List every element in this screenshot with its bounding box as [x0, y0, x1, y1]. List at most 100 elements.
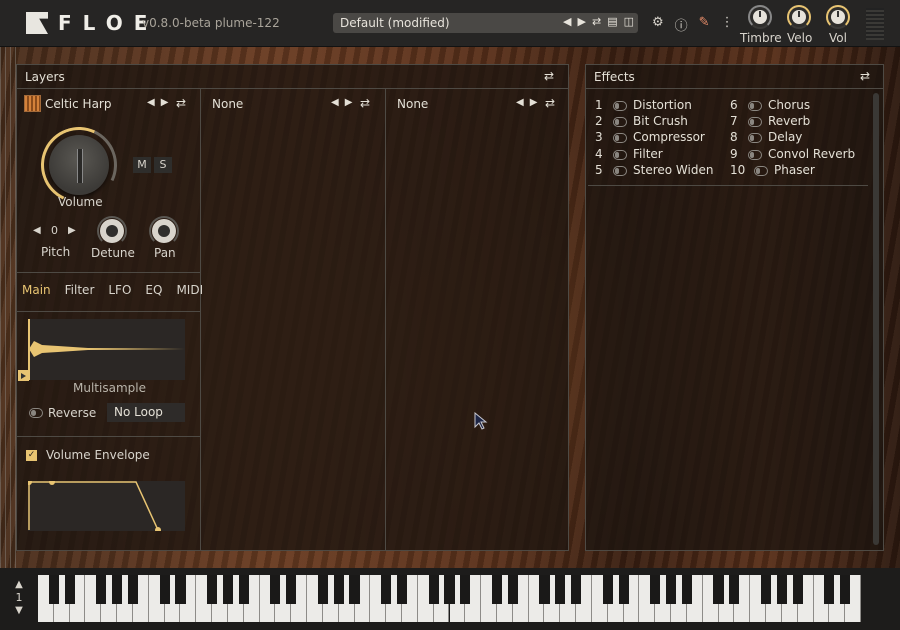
more-vertical-icon[interactable]: ⋮: [721, 15, 734, 34]
black-key[interactable]: [96, 575, 107, 604]
black-key[interactable]: [840, 575, 851, 604]
black-key[interactable]: [713, 575, 724, 604]
black-key[interactable]: [286, 575, 297, 604]
black-key[interactable]: [681, 575, 692, 604]
black-key[interactable]: [460, 575, 471, 604]
layer1-shuffle-icon[interactable]: ⇄: [176, 96, 186, 110]
pan-label: Pan: [154, 246, 176, 260]
load-icon[interactable]: ◫: [624, 15, 634, 28]
pan-knob[interactable]: [149, 216, 179, 246]
black-key[interactable]: [650, 575, 661, 604]
layer2-shuffle-icon[interactable]: ⇄: [360, 96, 370, 110]
waveform-display[interactable]: [28, 319, 185, 380]
black-key[interactable]: [618, 575, 629, 604]
black-key[interactable]: [112, 575, 123, 604]
effect-item[interactable]: 2 Bit Crush: [595, 114, 688, 128]
piano-keyboard[interactable]: [38, 575, 861, 622]
effects-shuffle-icon[interactable]: ⇄: [860, 69, 870, 83]
tab-filter[interactable]: Filter: [65, 283, 95, 297]
tab-midi[interactable]: MIDI: [176, 283, 203, 297]
level-meter: [866, 8, 884, 40]
envelope-editor[interactable]: [26, 479, 185, 533]
tab-lfo[interactable]: LFO: [108, 283, 131, 297]
black-key[interactable]: [666, 575, 677, 604]
black-key[interactable]: [381, 575, 392, 604]
black-key[interactable]: [792, 575, 803, 604]
effect-item[interactable]: 8 Delay: [730, 130, 802, 144]
layer3-instrument[interactable]: None: [397, 97, 428, 111]
effect-item[interactable]: 5 Stereo Widen: [595, 163, 713, 177]
layer1-instrument[interactable]: Celtic Harp: [45, 97, 111, 111]
layer2-nav-icons[interactable]: ◀▶: [331, 97, 358, 108]
effect-item[interactable]: 10 Phaser: [730, 163, 815, 177]
top-bar: FLOE v0.8.0-beta plume-122 Default (modi…: [0, 0, 900, 47]
next-preset-icon[interactable]: ▶: [578, 15, 586, 28]
layer3-nav-icons[interactable]: ◀▶: [516, 97, 543, 108]
black-key[interactable]: [428, 575, 439, 604]
black-key[interactable]: [222, 575, 233, 604]
effect-item[interactable]: 1 Distortion: [595, 98, 692, 112]
black-key[interactable]: [48, 575, 59, 604]
black-key[interactable]: [207, 575, 218, 604]
effect-toggle: [613, 132, 627, 143]
tab-eq[interactable]: EQ: [145, 283, 162, 297]
black-key[interactable]: [602, 575, 613, 604]
effect-item[interactable]: 7 Reverb: [730, 114, 810, 128]
harp-instrument-icon: [24, 95, 41, 112]
layers-shuffle-icon[interactable]: ⇄: [544, 69, 554, 83]
black-key[interactable]: [444, 575, 455, 604]
info-icon[interactable]: ⓘ: [675, 15, 688, 34]
octave-up-icon[interactable]: ▲: [12, 578, 26, 591]
effect-item[interactable]: 6 Chorus: [730, 98, 810, 112]
layer3-shuffle-icon[interactable]: ⇄: [545, 96, 555, 110]
black-key[interactable]: [776, 575, 787, 604]
gear-icon[interactable]: ⚙: [652, 15, 664, 34]
black-key[interactable]: [349, 575, 360, 604]
detune-knob[interactable]: [97, 216, 127, 246]
timbre-knob[interactable]: [748, 5, 772, 29]
effect-item[interactable]: 3 Compressor: [595, 130, 705, 144]
layer1-nav-icons[interactable]: ◀▶: [147, 97, 174, 108]
velo-knob[interactable]: [787, 5, 811, 29]
save-icon[interactable]: ▤: [607, 15, 617, 28]
black-key[interactable]: [571, 575, 582, 604]
black-key[interactable]: [127, 575, 139, 604]
solo-button[interactable]: S: [154, 157, 172, 173]
loop-mode-select[interactable]: No Loop: [107, 403, 185, 422]
pitch-value[interactable]: 0: [51, 224, 58, 237]
edit-note-icon[interactable]: ✎: [699, 15, 710, 34]
reverse-toggle[interactable]: [29, 408, 43, 418]
effect-item[interactable]: 4 Filter: [595, 147, 663, 161]
pitch-up-icon[interactable]: ▶: [68, 225, 76, 236]
black-key[interactable]: [64, 575, 75, 604]
black-key[interactable]: [270, 575, 281, 604]
envelope-checkbox[interactable]: ✓: [26, 450, 37, 461]
layer2-instrument[interactable]: None: [212, 97, 243, 111]
black-key[interactable]: [555, 575, 566, 604]
vol-knob[interactable]: [826, 5, 850, 29]
black-key[interactable]: [159, 575, 170, 604]
pitch-down-icon[interactable]: ◀: [33, 225, 41, 236]
volume-knob[interactable]: [30, 116, 128, 214]
black-key[interactable]: [396, 575, 408, 604]
playhead-marker-icon[interactable]: [18, 370, 29, 381]
black-key[interactable]: [238, 575, 249, 604]
mute-button[interactable]: M: [133, 157, 151, 173]
prev-preset-icon[interactable]: ◀: [563, 15, 571, 28]
black-key[interactable]: [824, 575, 835, 604]
black-key[interactable]: [539, 575, 550, 604]
black-key[interactable]: [507, 575, 518, 604]
black-key[interactable]: [760, 575, 772, 604]
tab-main[interactable]: Main: [22, 283, 51, 297]
black-key[interactable]: [317, 575, 328, 604]
black-key[interactable]: [333, 575, 344, 604]
octave-down-icon[interactable]: ▼: [12, 604, 26, 617]
timbre-label: Timbre: [740, 31, 782, 45]
effects-scrollbar[interactable]: [873, 93, 879, 545]
effect-item[interactable]: 9 Convol Reverb: [730, 147, 855, 161]
black-key[interactable]: [729, 575, 740, 604]
preset-selector[interactable]: Default (modified) ◀ ▶ ⇄ ▤ ◫: [333, 13, 638, 33]
black-key[interactable]: [175, 575, 186, 604]
shuffle-icon[interactable]: ⇄: [592, 15, 601, 28]
black-key[interactable]: [491, 575, 503, 604]
